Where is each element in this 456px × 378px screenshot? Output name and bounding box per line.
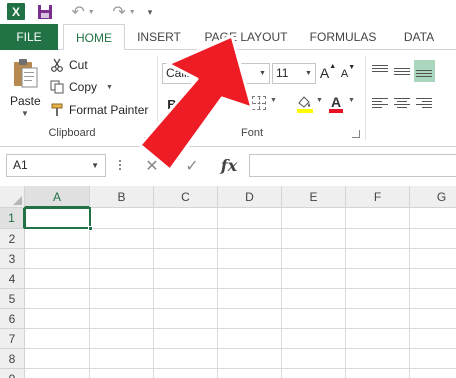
active-cell-a1[interactable]	[24, 207, 93, 231]
fill-color-dropdown-icon[interactable]: ▼	[316, 97, 323, 104]
row-header-9[interactable]: 9	[0, 369, 25, 378]
cut-button[interactable]: Cut	[50, 55, 88, 75]
font-color-icon[interactable]: A	[328, 94, 344, 114]
paste-dropdown-icon[interactable]: ▼	[21, 109, 29, 118]
tab-insert[interactable]: INSERT	[133, 24, 185, 50]
font-group-label: Font	[240, 127, 263, 139]
row-header-6[interactable]: 6	[0, 309, 25, 329]
font-color-dropdown-icon[interactable]: ▼	[348, 97, 355, 104]
name-box[interactable]: A1 ▼	[6, 154, 106, 177]
save-icon[interactable]	[37, 2, 53, 22]
borders-icon[interactable]	[252, 96, 266, 110]
group-divider	[157, 56, 158, 140]
paste-icon[interactable]	[12, 58, 40, 90]
column-header-g[interactable]: G	[410, 186, 456, 208]
formula-input[interactable]	[249, 154, 456, 177]
grid-line	[217, 208, 218, 378]
row-header-8[interactable]: 8	[0, 349, 25, 369]
tab-file[interactable]: FILE	[0, 24, 58, 50]
enter-icon[interactable]: ✓	[180, 154, 204, 177]
customize-qat-icon[interactable]: ▾	[143, 2, 157, 22]
grid-line	[25, 348, 456, 349]
column-header-b[interactable]: B	[90, 186, 154, 208]
copy-icon	[50, 80, 64, 94]
font-size-select[interactable]: 11 ▼	[272, 63, 316, 84]
spreadsheet-grid: A B C D E F G 1 2 3 4 5 6 7 8 9	[0, 186, 456, 378]
clipboard-group-label: Clipboard	[48, 127, 96, 139]
redo-icon[interactable]: ↷ ▼	[107, 2, 141, 22]
format-painter-button[interactable]: Format Painter	[50, 100, 148, 120]
insert-function-button[interactable]: fx	[216, 154, 242, 177]
tab-formulas[interactable]: FORMULAS	[304, 24, 382, 50]
cancel-icon[interactable]: ✕	[140, 154, 164, 177]
copy-button[interactable]: Copy ▼	[50, 77, 113, 97]
fill-color-icon[interactable]	[296, 94, 314, 114]
grid-line	[25, 328, 456, 329]
cut-label: Cut	[69, 58, 88, 72]
align-right-icon[interactable]	[416, 96, 434, 112]
excel-logo-icon: X	[7, 3, 25, 20]
font-name-dropdown-icon[interactable]: ▼	[256, 64, 269, 83]
row-header-5[interactable]: 5	[0, 289, 25, 309]
borders-dropdown-icon[interactable]: ▼	[270, 97, 277, 104]
row-header-3[interactable]: 3	[0, 249, 25, 269]
column-header-d[interactable]: D	[218, 186, 282, 208]
grid-line	[409, 208, 410, 378]
grow-font-button[interactable]: A ▲	[319, 63, 336, 83]
ribbon-home: Paste ▼ Cut Copy ▼ Format Painter Clipbo…	[0, 50, 456, 147]
column-header-c[interactable]: C	[154, 186, 218, 208]
row-header-1[interactable]: 1	[0, 208, 25, 229]
grid-line	[25, 268, 456, 269]
font-name-select[interactable]: Calibri ▼	[162, 63, 270, 84]
font-color-letter: A	[330, 94, 342, 110]
top-align-icon[interactable]	[372, 63, 390, 79]
grid-line	[281, 208, 282, 378]
font-size-value: 11	[276, 66, 289, 80]
grid-line	[25, 248, 456, 249]
align-center-icon[interactable]	[394, 96, 412, 112]
fill-handle[interactable]	[88, 226, 93, 231]
name-box-value: A1	[13, 158, 28, 172]
tab-data[interactable]: DATA	[395, 24, 443, 50]
grid-line	[25, 368, 456, 369]
group-divider	[365, 56, 366, 140]
quick-access-toolbar: X ↶ ▼ ↷ ▼ ▾	[0, 0, 456, 24]
font-launcher-icon[interactable]	[352, 130, 360, 138]
copy-label: Copy	[69, 80, 98, 94]
grid-line	[89, 208, 90, 378]
grid-line	[345, 208, 346, 378]
grid-line	[153, 208, 154, 378]
ribbon-tabs: FILE HOME INSERT PAGE LAYOUT FORMULAS DA…	[0, 24, 456, 51]
name-box-dropdown-icon[interactable]: ▼	[91, 155, 99, 176]
tab-page-layout[interactable]: PAGE LAYOUT	[200, 24, 292, 50]
align-left-icon[interactable]	[372, 96, 390, 112]
undo-icon[interactable]: ↶ ▼	[66, 2, 100, 22]
tab-home[interactable]: HOME	[63, 24, 125, 51]
row-header-7[interactable]: 7	[0, 329, 25, 349]
row-header-4[interactable]: 4	[0, 269, 25, 289]
formula-bar-grip-icon[interactable]	[118, 158, 122, 174]
bold-button[interactable]: B	[164, 94, 180, 114]
row-header-2[interactable]: 2	[0, 229, 25, 249]
column-header-f[interactable]: F	[346, 186, 410, 208]
shrink-font-icon: A	[340, 68, 349, 80]
bottom-align-icon[interactable]	[414, 60, 435, 82]
middle-align-icon[interactable]	[394, 63, 412, 79]
font-size-dropdown-icon[interactable]: ▼	[302, 64, 315, 83]
grid-line	[25, 308, 456, 309]
grow-font-icon: A	[319, 65, 330, 81]
formula-bar: A1 ▼ ✕ ✓ fx	[0, 148, 456, 184]
clipboard-launcher-icon[interactable]	[144, 130, 152, 138]
paste-button[interactable]: Paste	[10, 94, 41, 108]
copy-dropdown-icon[interactable]: ▼	[106, 84, 113, 91]
select-all-button[interactable]	[0, 186, 25, 208]
format-painter-icon	[50, 103, 64, 117]
scissors-icon	[50, 58, 64, 72]
shrink-font-button[interactable]: A ▼	[341, 64, 355, 84]
column-header-e[interactable]: E	[282, 186, 346, 208]
format-painter-label: Format Painter	[69, 103, 149, 117]
font-name-value: Calibri	[166, 66, 201, 80]
column-header-a[interactable]: A	[25, 186, 90, 208]
grid-line	[25, 288, 456, 289]
